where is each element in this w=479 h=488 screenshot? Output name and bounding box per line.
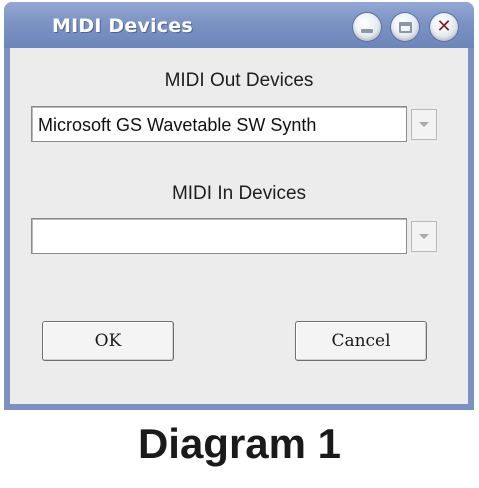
midi-devices-window: MIDI Devices ✕ MIDI Out Devices Microsof… (4, 2, 474, 410)
close-button[interactable]: ✕ (430, 13, 458, 41)
ok-button[interactable]: OK (42, 321, 174, 361)
midi-in-dropdown-button[interactable] (411, 221, 437, 252)
title-bar[interactable]: MIDI Devices ✕ (4, 2, 474, 48)
midi-out-selected-value[interactable]: Microsoft GS Wavetable SW Synth (31, 106, 407, 142)
cancel-button[interactable]: Cancel (295, 321, 427, 361)
figure-caption: Diagram 1 (137, 420, 342, 467)
midi-out-dropdown-button[interactable] (411, 109, 437, 140)
window-title: MIDI Devices (52, 15, 193, 37)
dialog-body: MIDI Out Devices Microsoft GS Wavetable … (10, 48, 468, 404)
minimize-icon (361, 29, 373, 33)
midi-in-label: MIDI In Devices (171, 183, 307, 204)
close-icon: ✕ (436, 16, 452, 37)
midi-in-dropdown[interactable] (31, 218, 443, 256)
minimize-button[interactable] (353, 13, 381, 41)
midi-out-dropdown[interactable]: Microsoft GS Wavetable SW Synth (31, 106, 443, 144)
chevron-down-icon (419, 234, 429, 239)
maximize-icon (398, 21, 412, 33)
chevron-down-icon (419, 122, 429, 127)
midi-out-label: MIDI Out Devices (164, 70, 314, 91)
midi-in-selected-value[interactable] (31, 218, 407, 254)
maximize-button[interactable] (391, 13, 419, 41)
